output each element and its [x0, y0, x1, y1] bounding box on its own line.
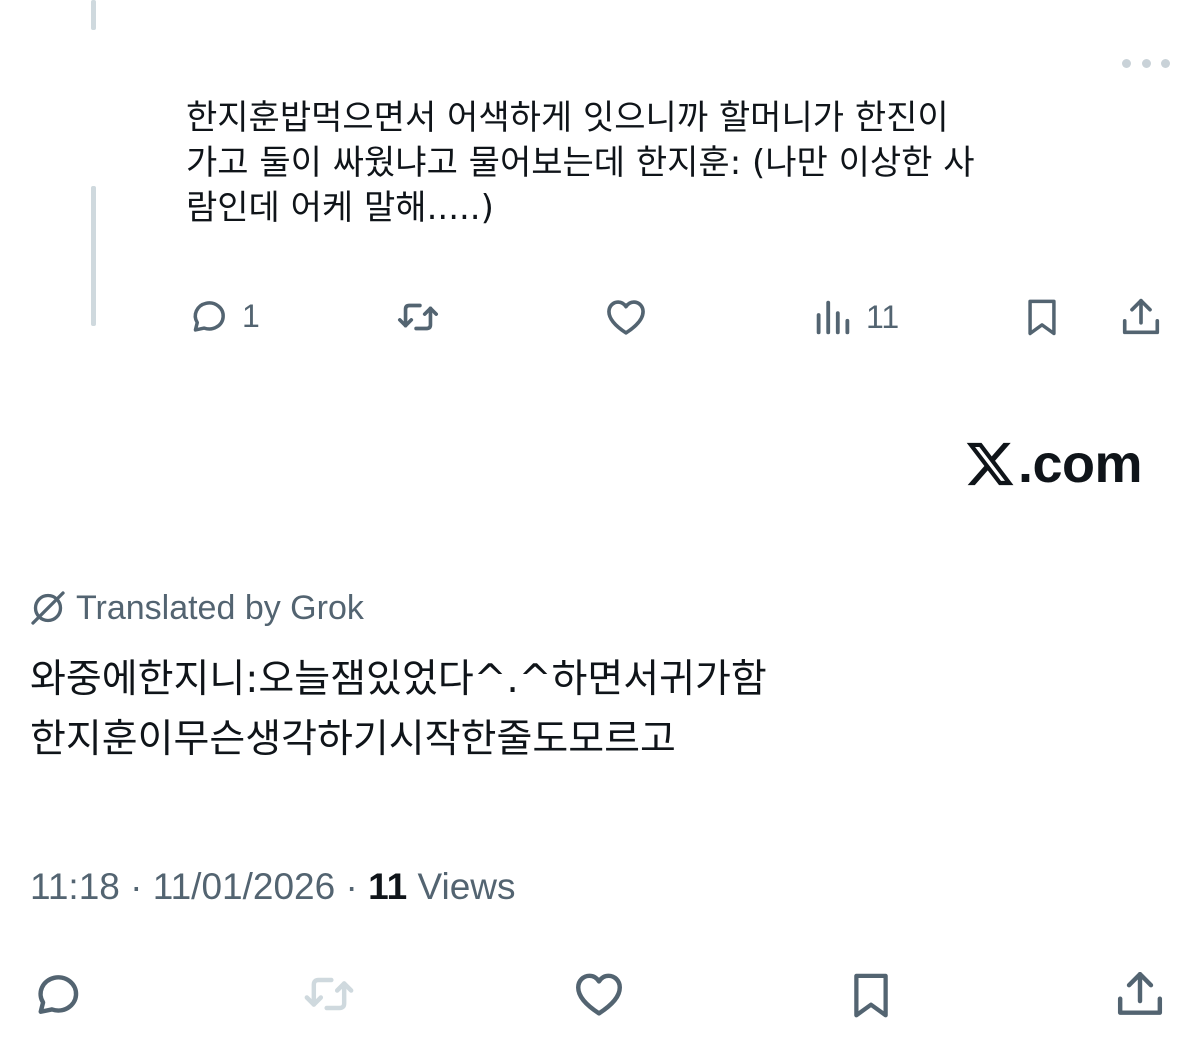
bar-chart-icon — [816, 300, 850, 335]
tweet-time[interactable]: 11:18 — [30, 866, 120, 907]
upload-share-icon — [1117, 971, 1163, 1015]
more-dot — [1141, 58, 1151, 68]
repost-arrows-icon — [304, 977, 354, 1011]
tweet-date[interactable]: 11/01/2026 — [153, 866, 335, 907]
bookmark-action-button[interactable] — [1020, 294, 1064, 340]
repost-arrows-icon — [397, 303, 439, 331]
more-options-button[interactable] — [1122, 52, 1170, 74]
speech-bubble-icon — [38, 975, 79, 1014]
reply-count: 1 — [242, 297, 260, 334]
main-tweet-line: 한지훈이무슨생각하기시작한줄도모르고 — [30, 717, 676, 762]
main-like-button[interactable] — [570, 966, 628, 1022]
reply-action-button[interactable]: 1 — [186, 294, 260, 338]
meta-separator: · — [335, 866, 369, 907]
share-action-button[interactable] — [1118, 294, 1164, 340]
thread-line-bottom — [91, 186, 96, 326]
watermark-domain: .com — [1018, 434, 1143, 494]
translation-attribution[interactable]: Translated by Grok — [28, 588, 364, 628]
upload-share-icon — [1122, 298, 1160, 335]
more-dot — [1122, 58, 1131, 68]
bookmark-icon — [854, 973, 888, 1018]
views-count: 11 — [866, 298, 900, 335]
repost-action-button[interactable] — [394, 294, 442, 340]
more-dot — [1161, 58, 1170, 68]
bookmark-icon — [1028, 299, 1056, 336]
like-action-button[interactable] — [602, 294, 650, 340]
tweet-meta: 11:18 · 11/01/2026 · 11 Views — [30, 866, 516, 908]
main-repost-button[interactable] — [300, 966, 358, 1022]
main-bookmark-button[interactable] — [844, 966, 898, 1024]
views-action-button[interactable]: 11 — [810, 294, 899, 340]
main-tweet-text: 와중에한지니:오늘잼있었다^.^하면서귀가함 한지훈이무슨생각하기시작한줄도모르… — [30, 650, 1170, 770]
thread-line-top — [91, 0, 96, 30]
grok-slash-circle-icon — [31, 591, 65, 625]
heart-icon — [576, 973, 622, 1016]
main-tweet-line: 와중에한지니:오늘잼있었다^.^하면서귀가함 — [30, 657, 767, 702]
heart-icon — [607, 300, 645, 335]
translated-by-label: Translated by Grok — [76, 588, 364, 627]
speech-bubble-icon — [193, 301, 225, 332]
x-com-watermark: .com — [964, 434, 1143, 494]
x-logo-icon — [966, 442, 1014, 486]
main-share-button[interactable] — [1112, 966, 1168, 1022]
tweet-views-count: 11 — [368, 866, 408, 907]
main-reply-button[interactable] — [30, 966, 86, 1022]
reply-tweet-text: 한지훈밥먹으면서 어색하게 잇으니까 할머니가 한진이 가고 둘이 싸웠냐고 물… — [186, 98, 975, 228]
meta-separator: · — [119, 866, 153, 907]
tweet-views-label: Views — [407, 866, 516, 907]
